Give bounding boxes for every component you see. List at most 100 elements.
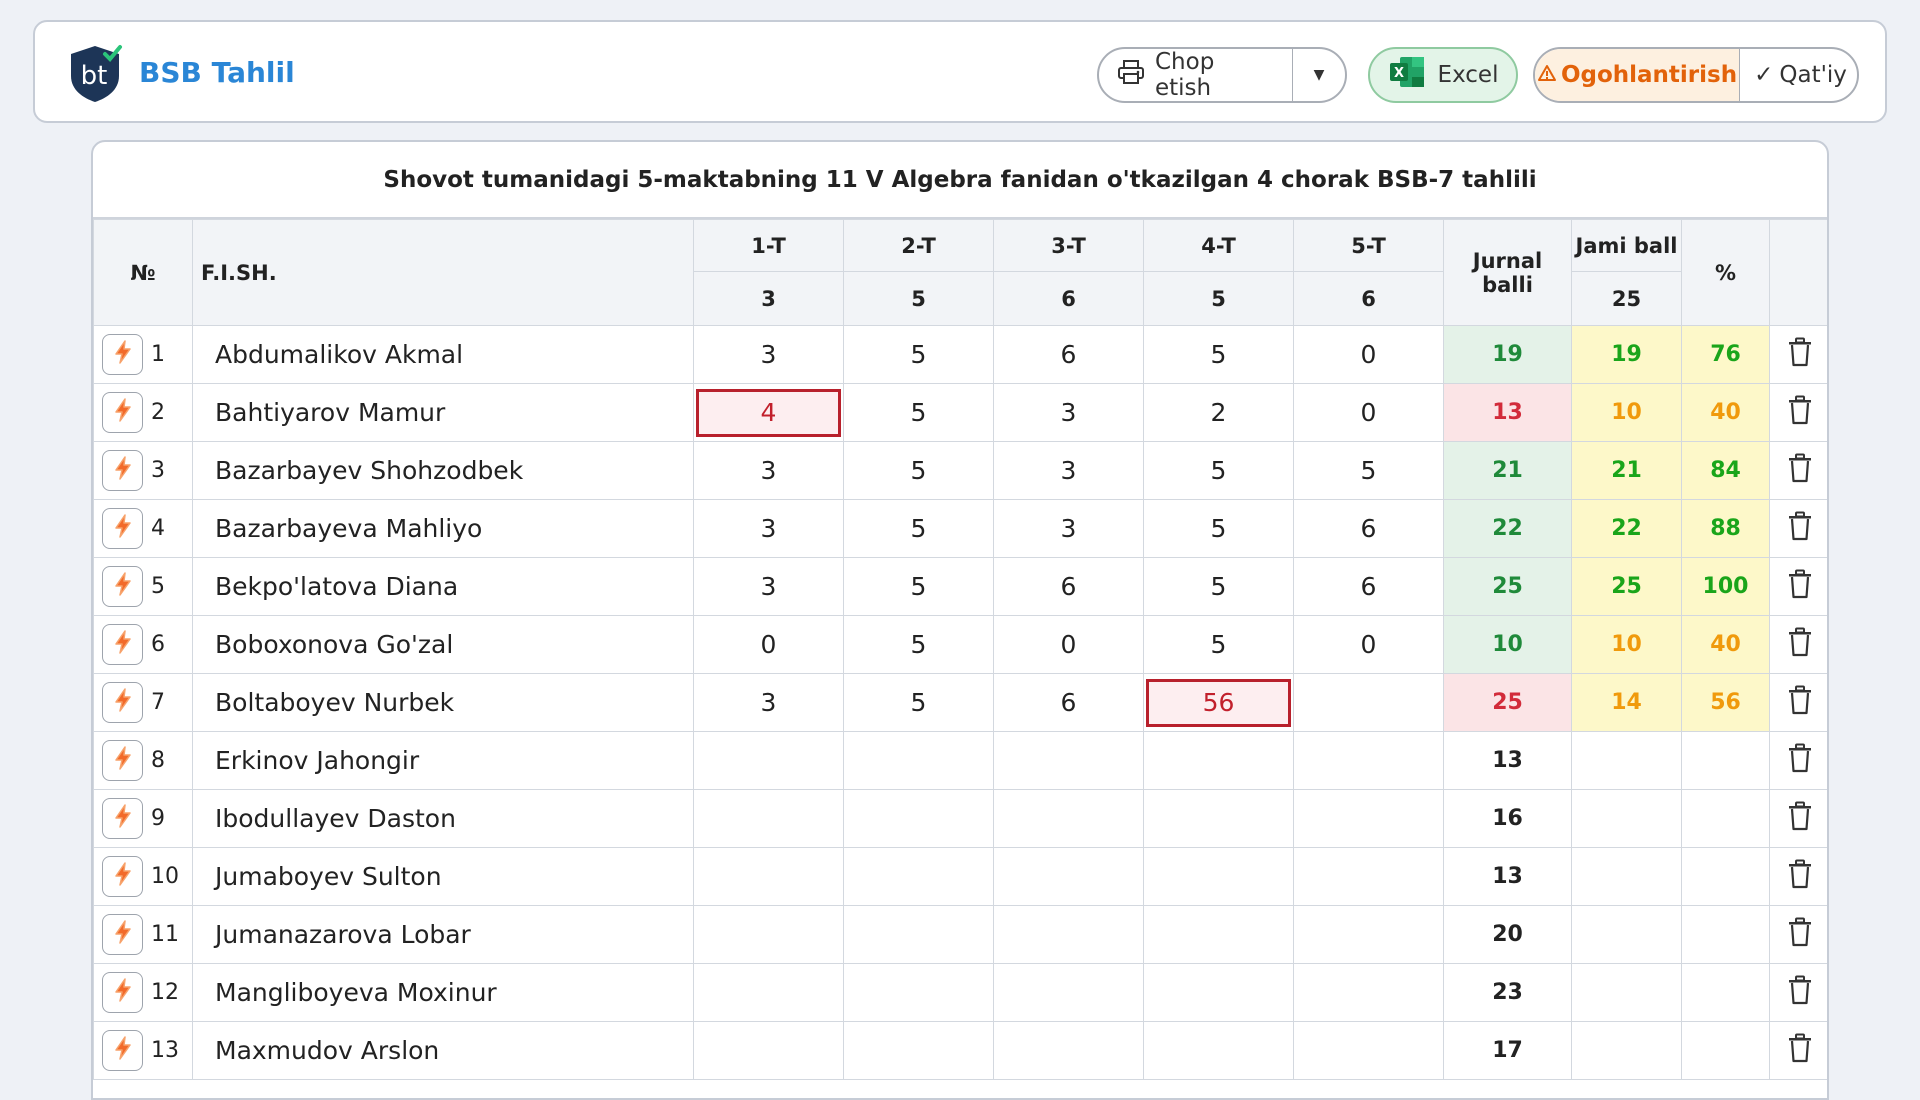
- quick-action-button[interactable]: [102, 740, 143, 781]
- lightning-icon: [112, 455, 134, 487]
- delete-row-button[interactable]: [1770, 859, 1827, 895]
- delete-row-button[interactable]: [1770, 337, 1827, 373]
- task-score-cell[interactable]: 5: [843, 325, 994, 384]
- task-score-cell[interactable]: [843, 789, 994, 848]
- task-score-cell[interactable]: [1143, 1021, 1294, 1080]
- task-score-cell[interactable]: 3: [693, 499, 844, 558]
- task-score-cell[interactable]: [843, 847, 994, 906]
- task-score-cell[interactable]: 3: [693, 673, 844, 732]
- task-score-cell[interactable]: [993, 731, 1144, 790]
- quick-action-button[interactable]: [102, 566, 143, 607]
- task-score-cell[interactable]: [1143, 905, 1294, 964]
- task-score-cell[interactable]: 6: [1293, 557, 1444, 616]
- task-score-cell[interactable]: 2: [1143, 383, 1294, 442]
- quick-action-button[interactable]: [102, 334, 143, 375]
- task-score-cell[interactable]: 5: [1293, 441, 1444, 500]
- task-score-cell[interactable]: 5: [843, 557, 994, 616]
- quick-action-button[interactable]: [102, 914, 143, 955]
- task-score-cell[interactable]: 4: [693, 383, 844, 442]
- task-score-cell[interactable]: [693, 963, 844, 1022]
- task-score-cell[interactable]: 5: [843, 615, 994, 674]
- task-score-cell[interactable]: [1143, 963, 1294, 1022]
- task-score-cell[interactable]: [1293, 731, 1444, 790]
- final-mode-button[interactable]: ✓ Qat'iy: [1739, 49, 1857, 101]
- task-score-cell[interactable]: [693, 731, 844, 790]
- task-score-cell[interactable]: [1293, 847, 1444, 906]
- delete-row-button[interactable]: [1770, 685, 1827, 721]
- task-score-cell[interactable]: 5: [843, 441, 994, 500]
- task-score-cell[interactable]: 5: [1143, 557, 1294, 616]
- invalid-score[interactable]: 56: [1146, 678, 1291, 727]
- task-score-cell[interactable]: 5: [1143, 441, 1294, 500]
- row-number: 4: [151, 516, 165, 541]
- quick-action-button[interactable]: [102, 856, 143, 897]
- task-score-cell[interactable]: 0: [993, 615, 1144, 674]
- task-score-cell[interactable]: 0: [693, 615, 844, 674]
- task-score-cell[interactable]: [1293, 1021, 1444, 1080]
- task-score-cell[interactable]: [1293, 789, 1444, 848]
- task-score-cell[interactable]: 5: [1143, 325, 1294, 384]
- quick-action-button[interactable]: [102, 450, 143, 491]
- task-score-cell[interactable]: 3: [693, 441, 844, 500]
- task-score-cell[interactable]: [993, 1021, 1144, 1080]
- task-score-cell[interactable]: [693, 789, 844, 848]
- print-dropdown-button[interactable]: ▼: [1292, 49, 1345, 101]
- task-score-cell[interactable]: 6: [993, 557, 1144, 616]
- delete-row-button[interactable]: [1770, 917, 1827, 953]
- quick-action-button[interactable]: [102, 682, 143, 723]
- quick-action-button[interactable]: [102, 508, 143, 549]
- task-score-cell[interactable]: [1293, 673, 1444, 732]
- warning-mode-button[interactable]: Ogohlantirish: [1535, 49, 1739, 101]
- task-score-cell[interactable]: [993, 905, 1144, 964]
- task-score-cell[interactable]: [843, 1021, 994, 1080]
- delete-row-button[interactable]: [1770, 569, 1827, 605]
- task-score-cell[interactable]: [1143, 731, 1294, 790]
- task-score-cell[interactable]: 5: [843, 673, 994, 732]
- task-score-cell[interactable]: [843, 905, 994, 964]
- delete-row-button[interactable]: [1770, 627, 1827, 663]
- quick-action-button[interactable]: [102, 392, 143, 433]
- quick-action-button[interactable]: [102, 972, 143, 1013]
- print-button[interactable]: Chop etish: [1099, 49, 1292, 101]
- delete-row-button[interactable]: [1770, 395, 1827, 431]
- quick-action-button[interactable]: [102, 1030, 143, 1071]
- task-score-cell[interactable]: [993, 789, 1144, 848]
- delete-row-button[interactable]: [1770, 801, 1827, 837]
- invalid-score[interactable]: 4: [696, 388, 841, 437]
- task-score-cell[interactable]: 5: [843, 383, 994, 442]
- excel-button[interactable]: X Excel: [1370, 49, 1516, 101]
- task-score-cell[interactable]: 3: [693, 557, 844, 616]
- delete-row-button[interactable]: [1770, 1033, 1827, 1069]
- quick-action-button[interactable]: [102, 798, 143, 839]
- task-score-cell[interactable]: [1293, 963, 1444, 1022]
- task-score-cell[interactable]: 5: [1143, 615, 1294, 674]
- task-score-cell[interactable]: [843, 963, 994, 1022]
- task-score-cell[interactable]: 3: [993, 441, 1144, 500]
- task-score-cell[interactable]: 0: [1293, 383, 1444, 442]
- delete-row-button[interactable]: [1770, 743, 1827, 779]
- delete-row-button[interactable]: [1770, 975, 1827, 1011]
- task-score-cell[interactable]: 5: [843, 499, 994, 558]
- task-score-cell[interactable]: 6: [993, 673, 1144, 732]
- delete-row-button[interactable]: [1770, 511, 1827, 547]
- task-score-cell[interactable]: [1143, 789, 1294, 848]
- task-score-cell[interactable]: [693, 905, 844, 964]
- task-score-cell[interactable]: [993, 847, 1144, 906]
- task-score-cell[interactable]: [1143, 847, 1294, 906]
- task-score-cell[interactable]: 3: [993, 383, 1144, 442]
- task-score-cell[interactable]: 0: [1293, 325, 1444, 384]
- task-score-cell[interactable]: [993, 963, 1144, 1022]
- quick-action-button[interactable]: [102, 624, 143, 665]
- task-score-cell[interactable]: [843, 731, 994, 790]
- delete-row-button[interactable]: [1770, 453, 1827, 489]
- task-score-cell[interactable]: 0: [1293, 615, 1444, 674]
- task-score-cell[interactable]: 6: [1293, 499, 1444, 558]
- task-score-cell[interactable]: [1293, 905, 1444, 964]
- task-score-cell[interactable]: 3: [693, 325, 844, 384]
- task-score-cell[interactable]: 5: [1143, 499, 1294, 558]
- task-score-cell[interactable]: 3: [993, 499, 1144, 558]
- task-score-cell[interactable]: 6: [993, 325, 1144, 384]
- task-score-cell[interactable]: [693, 847, 844, 906]
- task-score-cell[interactable]: 56: [1143, 673, 1294, 732]
- task-score-cell[interactable]: [693, 1021, 844, 1080]
